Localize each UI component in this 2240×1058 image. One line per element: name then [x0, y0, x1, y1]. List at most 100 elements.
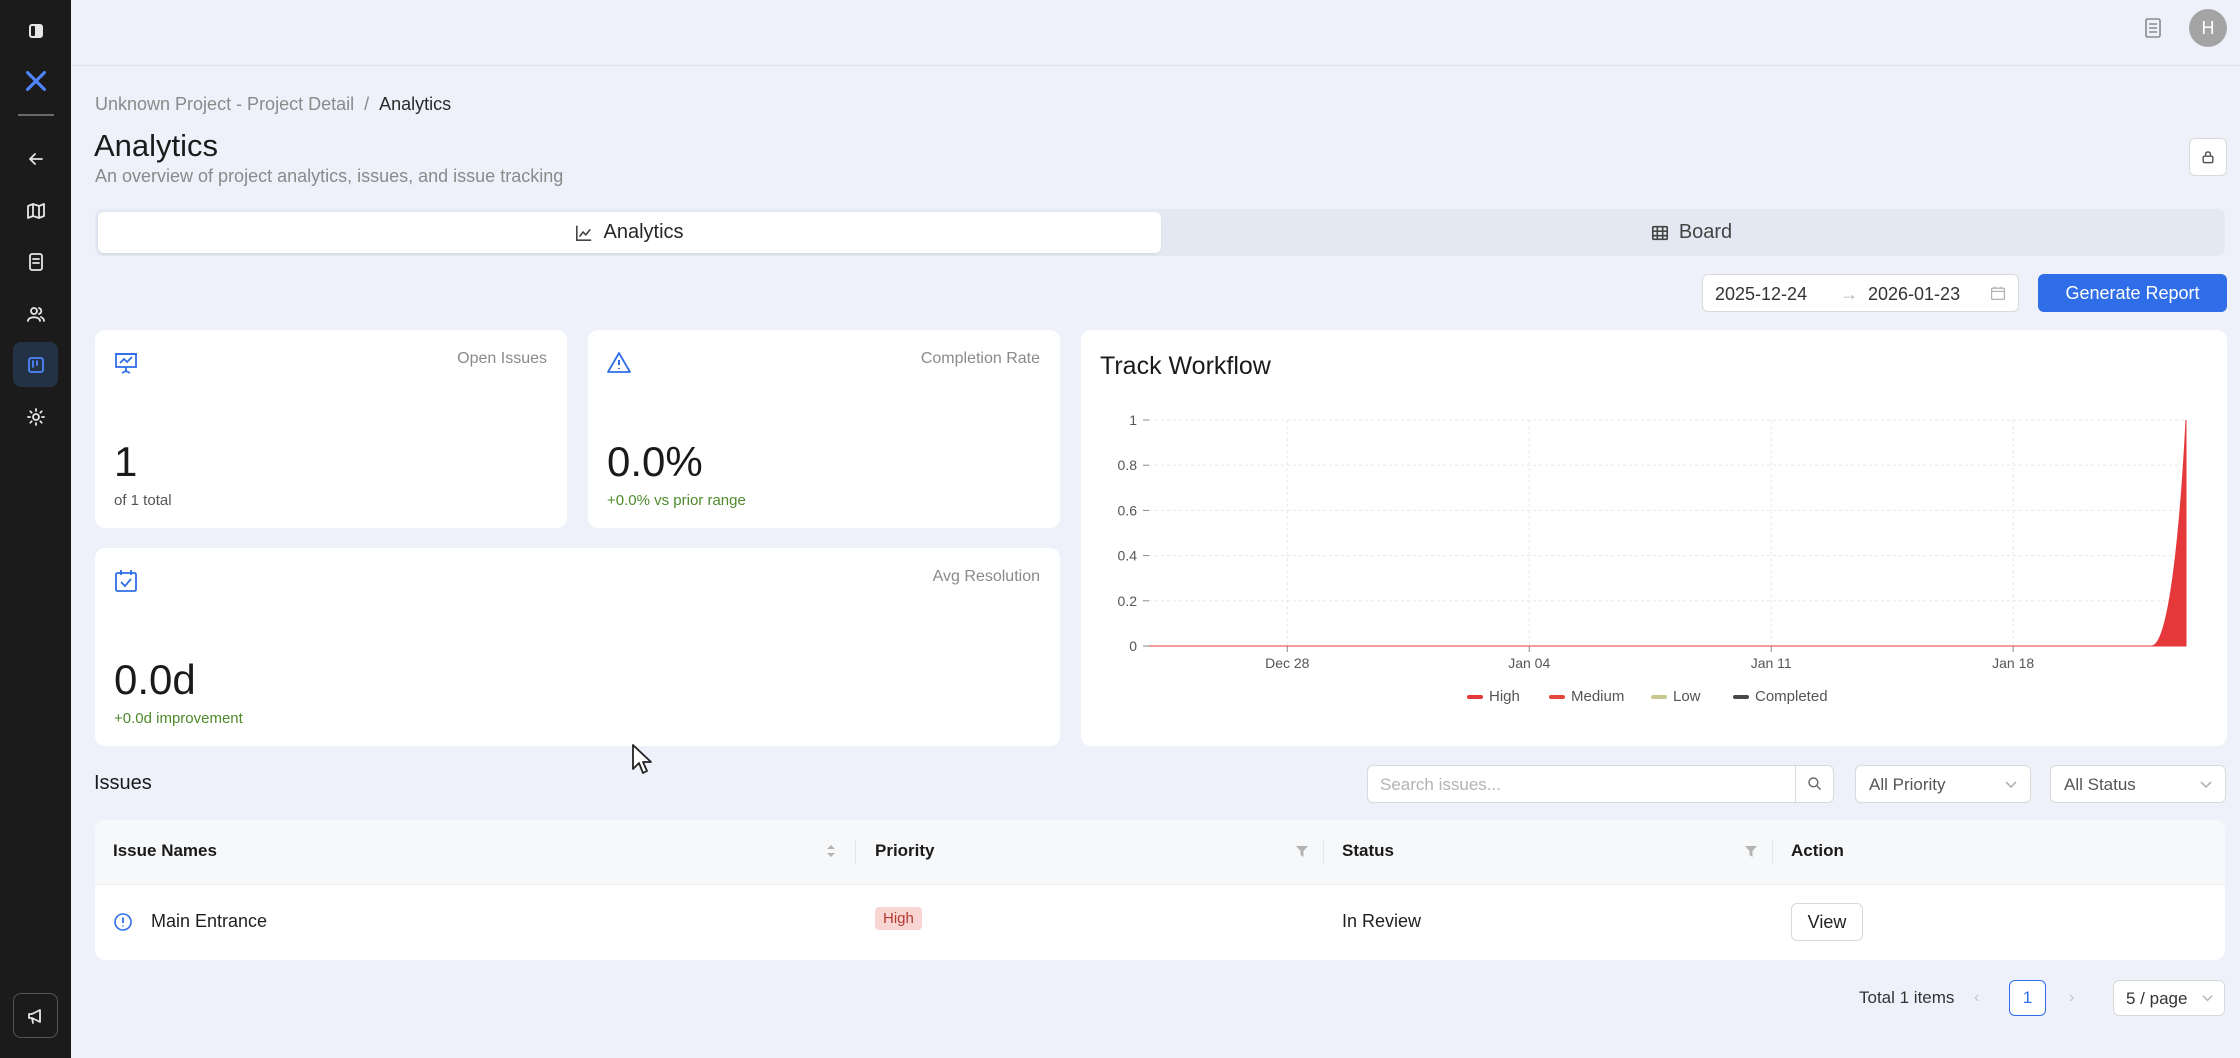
breadcrumb-parent[interactable]: Unknown Project - Project Detail: [95, 94, 354, 114]
y-tick-label: 0.2: [1118, 593, 1138, 609]
megaphone-icon: [27, 1008, 41, 1024]
lock-icon: [2202, 151, 2214, 164]
sidebar-item-map[interactable]: [13, 188, 58, 233]
announcements-button[interactable]: [13, 993, 58, 1038]
avg-resolution-card: Avg Resolution 0.0d +0.0d improvement: [95, 548, 1060, 746]
open-issues-card: Open Issues 1 of 1 total: [95, 330, 567, 528]
column-priority: Priority: [875, 841, 935, 860]
kanban-icon: [27, 356, 44, 373]
pagination-page-1[interactable]: 1: [2009, 980, 2046, 1016]
issue-name[interactable]: Main Entrance: [151, 911, 267, 932]
date-range-picker[interactable]: 2025-12-24 → 2026-01-23: [1702, 274, 2019, 312]
breadcrumb-separator: /: [364, 94, 370, 114]
document-icon: [28, 252, 43, 271]
warning-triangle-icon: [607, 352, 631, 373]
column-divider: [1772, 840, 1773, 864]
page-size-select[interactable]: 5 / page: [2113, 980, 2225, 1016]
pagination-total: Total 1 items: [1859, 988, 1955, 1007]
y-tick-label: 0: [1129, 638, 1137, 654]
status-filter[interactable]: All Status: [2050, 765, 2226, 803]
sidebar-item-users[interactable]: [13, 291, 58, 336]
legend-label-completed: Completed: [1755, 688, 1828, 705]
priority-filter[interactable]: All Priority: [1855, 765, 2031, 803]
tab-analytics-label: Analytics: [603, 221, 684, 243]
pagination-next[interactable]: ›: [2069, 989, 2074, 1007]
search-icon: [1807, 777, 1821, 791]
logo[interactable]: [13, 58, 58, 103]
date-range-start[interactable]: 2025-12-24: [1715, 284, 1807, 305]
date-range-arrow: →: [1840, 284, 1858, 304]
search-button[interactable]: [1795, 766, 1833, 802]
map-icon: [26, 202, 45, 219]
table-header: Issue Names Priority Status Action: [95, 820, 2225, 884]
avg-resolution-value: 0.0d: [114, 656, 196, 703]
legend-swatch-low: [1651, 695, 1667, 699]
open-issues-label: Open Issues: [457, 350, 547, 367]
legend-label-medium: Medium: [1571, 688, 1624, 705]
series-area-high: [1149, 419, 2187, 647]
document-list-icon[interactable]: [2143, 17, 2163, 39]
priority-badge: High: [875, 907, 922, 930]
y-tick-label: 0.8: [1118, 457, 1138, 473]
y-tick-label: 1: [1129, 412, 1137, 428]
table-row: Main Entrance High In Review View: [95, 884, 2225, 960]
presentation-chart-icon: [115, 353, 137, 374]
sort-icon[interactable]: [824, 842, 838, 860]
chevron-down-icon: [2200, 781, 2212, 789]
pagination-prev[interactable]: ‹: [1974, 989, 1979, 1007]
page-title: Analytics: [94, 128, 219, 163]
top-bar: H: [71, 0, 2240, 66]
sidebar-item-documents[interactable]: [13, 239, 58, 284]
issue-search: [1367, 765, 1834, 803]
legend-swatch-medium: [1549, 695, 1565, 699]
chevron-down-icon: [2202, 995, 2213, 1002]
table-icon: [1651, 225, 1668, 240]
completion-rate-value: 0.0%: [607, 438, 703, 485]
line-chart-icon: [576, 225, 592, 241]
search-input[interactable]: [1380, 774, 1780, 796]
tab-board[interactable]: Board: [1161, 212, 2222, 253]
gear-icon: [26, 407, 45, 426]
sidebar-toggle-button[interactable]: [13, 8, 58, 53]
avg-resolution-label: Avg Resolution: [932, 568, 1040, 585]
tab-analytics[interactable]: Analytics: [98, 212, 1161, 253]
lock-button[interactable]: [2189, 138, 2227, 176]
y-tick-label: 0.4: [1118, 548, 1138, 564]
sidebar-item-board[interactable]: [13, 342, 58, 387]
completion-rate-label: Completion Rate: [920, 350, 1040, 367]
view-button[interactable]: View: [1791, 903, 1863, 941]
breadcrumb: Unknown Project - Project Detail / Analyti…: [95, 94, 451, 115]
issues-title: Issues: [94, 772, 152, 794]
sidebar-item-back[interactable]: [13, 136, 58, 181]
mouse-cursor-icon: [632, 744, 652, 774]
page-size-value: 5 / page: [2126, 989, 2188, 1008]
view-tabs: Analytics Board: [95, 209, 2225, 256]
legend-label-high: High: [1489, 688, 1520, 705]
sidebar-item-settings[interactable]: [13, 394, 58, 439]
status-filter-value: All Status: [2064, 775, 2136, 794]
sidebar-toggle-icon: [28, 23, 43, 38]
legend-label-low: Low: [1673, 688, 1701, 705]
legend-swatch-high: [1467, 695, 1483, 699]
issue-status: In Review: [1342, 911, 1422, 931]
column-divider: [855, 840, 856, 864]
completion-rate-card: Completion Rate 0.0% +0.0% vs prior rang…: [588, 330, 1060, 528]
column-issue-names[interactable]: Issue Names: [113, 841, 217, 861]
breadcrumb-current: Analytics: [379, 94, 452, 114]
generate-report-button[interactable]: Generate Report: [2038, 274, 2227, 312]
y-tick-label: 0.6: [1118, 502, 1138, 518]
open-issues-note: of 1 total: [114, 492, 172, 509]
users-icon: [26, 306, 45, 322]
avatar[interactable]: H: [2189, 9, 2227, 47]
filter-icon[interactable]: [1295, 842, 1309, 860]
sidebar-divider: [18, 114, 54, 116]
column-divider: [1323, 840, 1324, 864]
filter-icon[interactable]: [1744, 842, 1758, 860]
calendar-icon: [1990, 286, 2006, 301]
open-issues-value: 1: [114, 438, 138, 485]
x-tick-label: Jan 11: [1751, 655, 1792, 671]
sidebar: [0, 0, 71, 1058]
date-range-end[interactable]: 2026-01-23: [1868, 284, 1960, 305]
priority-filter-value: All Priority: [1869, 775, 1946, 794]
issues-table: Issue Names Priority Status Action Main …: [95, 820, 2225, 960]
